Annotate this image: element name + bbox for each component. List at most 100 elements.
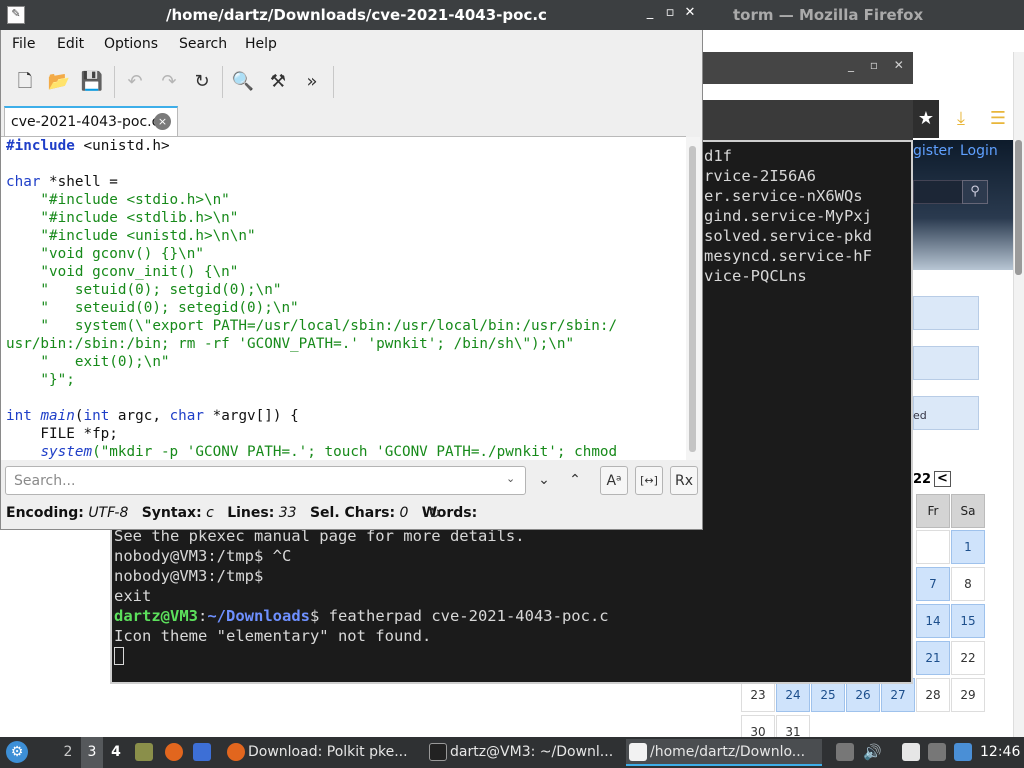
code-line: " system(\"export PATH=/usr/local/sbin:/… xyxy=(6,318,618,334)
new-document-icon[interactable]: 🗋 xyxy=(11,68,39,96)
maximize-icon[interactable]: ▫ xyxy=(660,5,680,20)
downloads-icon[interactable]: ⤓ xyxy=(946,102,976,136)
code-line: "void gconv_init() {\n" xyxy=(6,264,239,280)
firefox-task-icon xyxy=(227,743,245,761)
calendar-header-cell: Sa xyxy=(951,494,985,528)
volume-icon[interactable]: 🔊 xyxy=(863,743,882,761)
terminal-command: $ featherpad cve-2021-4043-poc.c xyxy=(310,607,609,625)
search-icon[interactable]: ⚲ xyxy=(962,180,988,204)
save-icon[interactable]: 💾 xyxy=(78,68,106,96)
calendar-day[interactable]: 1 xyxy=(951,530,985,564)
app-menu-icon[interactable]: ⚙ xyxy=(6,741,28,763)
code-line: "#include <unistd.h>\n\n" xyxy=(6,228,256,244)
terminal-prompt-path: ~/Downloads xyxy=(207,607,310,625)
calendar-day[interactable]: 29 xyxy=(951,678,985,712)
code-line: FILE *fp; xyxy=(6,426,118,442)
editor-scrollbar-thumb[interactable] xyxy=(689,146,696,452)
code-line: "}"; xyxy=(6,372,75,388)
workspace-3[interactable]: 3 xyxy=(81,737,103,768)
calendar-day[interactable]: 15 xyxy=(951,604,985,638)
launcher-icon[interactable] xyxy=(193,743,211,761)
code-line: #include <unistd.h> xyxy=(6,138,170,154)
toolbar-separator xyxy=(222,66,223,98)
close-icon[interactable]: ✕ xyxy=(680,5,700,20)
firefox-icon[interactable] xyxy=(165,743,183,761)
menu-help[interactable]: Help xyxy=(245,36,277,52)
featherpad-app-icon[interactable]: ✎ xyxy=(7,6,25,24)
register-link[interactable]: gister xyxy=(913,143,953,159)
status-text: Encoding: UTF-8 Syntax: c Lines: 33 Sel.… xyxy=(6,505,478,521)
search-history-dropdown[interactable]: ⌄ xyxy=(506,472,515,485)
search-input[interactable] xyxy=(5,466,526,495)
tab-label: cve-2021-4043-poc.c xyxy=(11,114,160,130)
find-previous-icon[interactable]: ⌃ xyxy=(561,466,589,495)
workspace-4[interactable]: 4 xyxy=(105,737,127,768)
sidebar-box[interactable] xyxy=(913,296,979,330)
calendar-day[interactable]: 7 xyxy=(916,567,950,601)
terminal-prompt-user: dartz@VM3 xyxy=(114,607,198,625)
minimize-icon[interactable]: _ xyxy=(640,5,660,20)
calendar-title: 22 xyxy=(913,472,932,487)
calendar-day[interactable]: 22 xyxy=(951,641,985,675)
login-link[interactable]: Login xyxy=(960,143,998,159)
webpage-search-input[interactable] xyxy=(913,180,963,204)
file-manager-icon[interactable] xyxy=(135,743,153,761)
code-line: usr/bin:/sbin:/bin; rm -rf 'GCONV_PATH=.… xyxy=(6,336,575,352)
menu-search[interactable]: Search xyxy=(179,36,227,52)
calendar-day[interactable]: 21 xyxy=(916,641,950,675)
calendar-day[interactable] xyxy=(916,530,950,564)
featherpad-window-title: /home/dartz/Downloads/cve-2021-4043-poc.… xyxy=(166,6,547,24)
tray-clipboard-icon[interactable] xyxy=(836,743,854,761)
menu-file[interactable]: File xyxy=(12,36,35,52)
calendar-day[interactable]: 8 xyxy=(951,567,985,601)
sidebar-box[interactable] xyxy=(913,346,979,380)
firefox-window-title: torm — Mozilla Firefox xyxy=(733,6,924,24)
menu-edit[interactable]: Edit xyxy=(57,36,84,52)
terminal-cursor xyxy=(114,647,124,665)
hamburger-menu-icon[interactable]: ☰ xyxy=(985,102,1011,136)
firefox-strip xyxy=(703,30,1024,52)
sidebar-box-label: ed xyxy=(913,409,927,422)
calendar-day[interactable]: 28 xyxy=(916,678,950,712)
calendar-day[interactable]: 14 xyxy=(916,604,950,638)
word-count-refresh-icon[interactable]: ↻ xyxy=(428,504,441,522)
calendar-prev-button[interactable]: < xyxy=(934,471,951,487)
undo-icon[interactable]: ↶ xyxy=(121,68,149,96)
code-line: "#include <stdio.h>\n" xyxy=(6,192,230,208)
replace-icon[interactable]: ⚒ xyxy=(264,68,292,96)
redo-icon[interactable]: ↷ xyxy=(155,68,183,96)
toolbar-separator xyxy=(333,66,334,98)
task-terminal[interactable]: dartz@VM3: ~/Downl... xyxy=(426,739,622,766)
whole-word-icon[interactable]: [↔] xyxy=(635,466,663,495)
clock[interactable]: 12:46 xyxy=(980,744,1020,760)
window-controls: _ ▫ ✕ xyxy=(640,5,700,20)
find-icon[interactable]: 🔍 xyxy=(229,68,257,96)
regex-icon[interactable]: Rx xyxy=(670,466,698,495)
code-line: " setuid(0); setgid(0);\n" xyxy=(6,282,282,298)
menu-options[interactable]: Options xyxy=(104,36,158,52)
find-next-icon[interactable]: ⌄ xyxy=(530,466,558,495)
notes-icon[interactable] xyxy=(902,743,920,761)
network-icon[interactable] xyxy=(954,743,972,761)
tab-close-icon[interactable]: × xyxy=(154,113,171,130)
match-case-icon[interactable]: Aᵃ xyxy=(600,466,628,495)
bookmark-star-icon[interactable]: ★ xyxy=(913,100,939,138)
more-icon[interactable]: » xyxy=(298,68,326,96)
reload-icon[interactable]: ↻ xyxy=(188,68,216,96)
code-line: char *shell = xyxy=(6,174,118,190)
display-icon[interactable] xyxy=(928,743,946,761)
terminal-output: See the pkexec manual page for more deta… xyxy=(114,527,609,645)
firefox-scrollbar-thumb[interactable] xyxy=(1015,140,1022,275)
download-dialog-controls[interactable]: _ ▫ ✕ xyxy=(848,58,910,72)
task-firefox-download[interactable]: Download: Polkit pke... xyxy=(224,739,420,766)
code-line: system("mkdir -p 'GCONV_PATH=.'; touch '… xyxy=(40,444,618,459)
terminal-output-top: d1f rvice-2I56A6 er.service-nX6WQs gind.ser… xyxy=(704,147,872,285)
task-featherpad[interactable]: /home/dartz/Downlo... xyxy=(626,739,822,766)
workspace-2[interactable]: 2 xyxy=(57,737,79,768)
code-line: "#include <stdlib.h>\n" xyxy=(6,210,239,226)
terminal-task-icon xyxy=(429,743,447,761)
code-text[interactable]: #include <unistd.h> char *shell = "#incl… xyxy=(6,137,686,459)
open-folder-icon[interactable]: 📂 xyxy=(45,68,73,96)
